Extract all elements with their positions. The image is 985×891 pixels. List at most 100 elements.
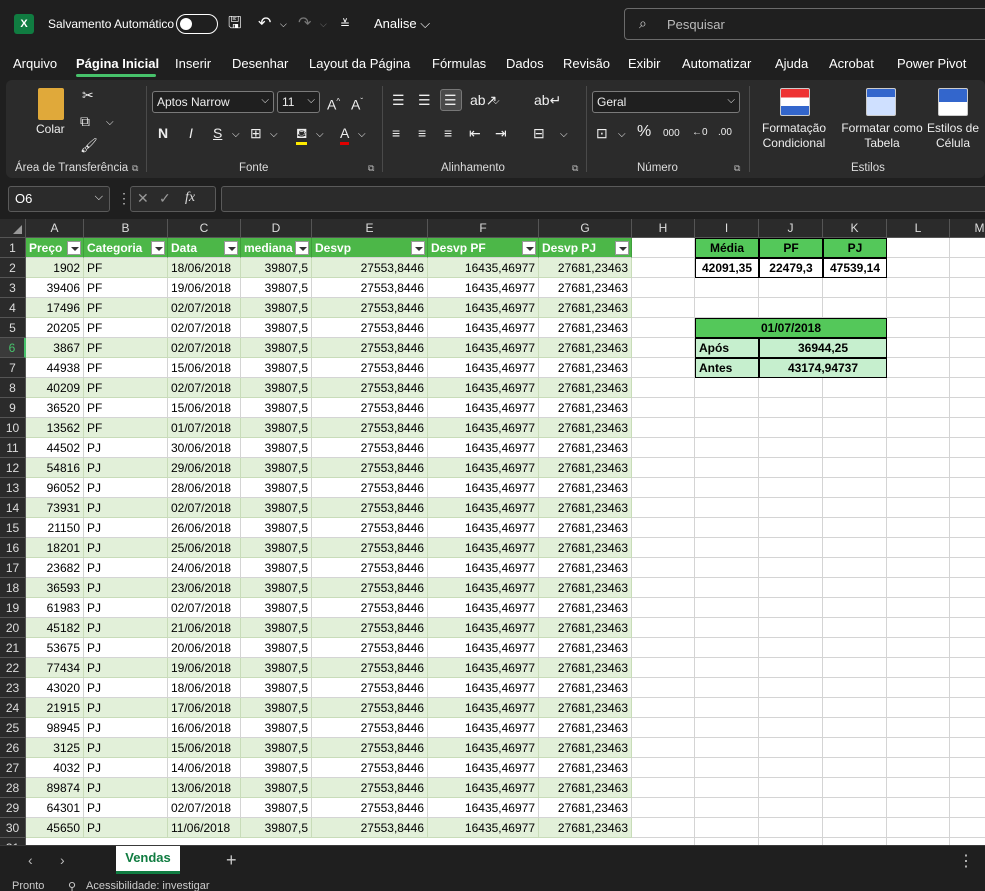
column-header-e[interactable]: E	[312, 219, 428, 238]
table-cell[interactable]: PJ	[84, 778, 168, 798]
row-header[interactable]: 25	[0, 718, 26, 738]
table-cell[interactable]: 27553,8446	[312, 438, 428, 458]
column-header-m[interactable]: M	[950, 219, 985, 238]
tab-automatizar[interactable]: Automatizar	[682, 56, 751, 71]
decrease-font-icon[interactable]: Aˇ	[351, 93, 363, 114]
table-cell[interactable]: 27553,8446	[312, 638, 428, 658]
sheet-tab-vendas[interactable]: Vendas	[116, 846, 180, 874]
table-cell[interactable]: 27553,8446	[312, 678, 428, 698]
row-header[interactable]: 29	[0, 798, 26, 818]
table-cell[interactable]: 16435,46977	[428, 478, 539, 498]
table-cell[interactable]: 27681,23463	[539, 618, 632, 638]
table-cell[interactable]: 45650	[26, 818, 84, 838]
table-cell[interactable]: 27681,23463	[539, 478, 632, 498]
table-cell[interactable]: 27681,23463	[539, 818, 632, 838]
column-header-c[interactable]: C	[168, 219, 241, 238]
table-cell[interactable]: 27553,8446	[312, 278, 428, 298]
align-center-icon[interactable]: ≡	[418, 124, 426, 142]
row-header[interactable]: 1	[0, 238, 26, 258]
fill-color-dropdown-icon[interactable]: ⌵	[316, 126, 324, 144]
table-cell[interactable]: 16435,46977	[428, 818, 539, 838]
table-cell[interactable]: 16435,46977	[428, 418, 539, 438]
table-cell[interactable]: 27553,8446	[312, 378, 428, 398]
table-cell[interactable]: 13562	[26, 418, 84, 438]
table-cell[interactable]: PJ	[84, 558, 168, 578]
table-cell[interactable]: 27553,8446	[312, 558, 428, 578]
table-cell[interactable]: 39807,5	[241, 598, 312, 618]
row-header[interactable]: 4	[0, 298, 26, 318]
format-as-table-icon[interactable]	[866, 88, 896, 116]
summary-pf-label[interactable]: PF	[759, 238, 823, 258]
table-cell[interactable]: 27553,8446	[312, 738, 428, 758]
table-cell[interactable]: 39807,5	[241, 718, 312, 738]
table-cell[interactable]: PJ	[84, 738, 168, 758]
table-cell[interactable]: 27553,8446	[312, 358, 428, 378]
align-left-icon[interactable]: ≡	[392, 124, 400, 142]
table-cell[interactable]: PJ	[84, 658, 168, 678]
row-header[interactable]: 26	[0, 738, 26, 758]
table-cell[interactable]: PF	[84, 358, 168, 378]
insert-function-icon[interactable]: fx	[185, 190, 195, 206]
filter-dropdown-icon[interactable]	[615, 241, 629, 255]
table-cell[interactable]: 21915	[26, 698, 84, 718]
row-header[interactable]: 19	[0, 598, 26, 618]
table-cell[interactable]: 27553,8446	[312, 338, 428, 358]
table-cell[interactable]: 1902	[26, 258, 84, 278]
merge-dropdown-icon[interactable]: ⌵	[560, 126, 568, 144]
table-cell[interactable]: 39807,5	[241, 358, 312, 378]
table-cell[interactable]: 16435,46977	[428, 358, 539, 378]
more-options-icon[interactable]: ⋮	[958, 851, 974, 871]
table-cell[interactable]: 39807,5	[241, 298, 312, 318]
table-cell[interactable]: 27553,8446	[312, 618, 428, 638]
number-launcher-icon[interactable]: ⧉	[734, 163, 740, 174]
row-header[interactable]: 27	[0, 758, 26, 778]
row-header[interactable]: 12	[0, 458, 26, 478]
row-header[interactable]: 5	[0, 318, 26, 338]
table-cell[interactable]: 26/06/2018	[168, 518, 241, 538]
percent-icon[interactable]: %	[637, 123, 651, 141]
row-header[interactable]: 14	[0, 498, 26, 518]
underline-dropdown-icon[interactable]: ⌵	[232, 126, 240, 144]
table-cell[interactable]: PJ	[84, 498, 168, 518]
table-cell[interactable]: 27553,8446	[312, 818, 428, 838]
cut-icon[interactable]: ✂	[82, 86, 94, 104]
filter-dropdown-icon[interactable]	[411, 241, 425, 255]
table-cell[interactable]: 17/06/2018	[168, 698, 241, 718]
summary-date[interactable]: 01/07/2018	[695, 318, 887, 338]
table-cell[interactable]: 16435,46977	[428, 258, 539, 278]
table-cell[interactable]: 02/07/2018	[168, 318, 241, 338]
row-header[interactable]: 21	[0, 638, 26, 658]
table-cell[interactable]: 15/06/2018	[168, 398, 241, 418]
table-cell[interactable]: PJ	[84, 438, 168, 458]
table-cell[interactable]: 39807,5	[241, 498, 312, 518]
table-cell[interactable]: 27681,23463	[539, 378, 632, 398]
row-header[interactable]: 16	[0, 538, 26, 558]
table-cell[interactable]: 02/07/2018	[168, 338, 241, 358]
row-header[interactable]: 6	[0, 338, 26, 358]
row-header[interactable]: 13	[0, 478, 26, 498]
table-cell[interactable]: PF	[84, 258, 168, 278]
table-cell[interactable]: 16435,46977	[428, 798, 539, 818]
table-cell[interactable]: 02/07/2018	[168, 598, 241, 618]
table-cell[interactable]: PJ	[84, 618, 168, 638]
tab-dados[interactable]: Dados	[506, 56, 544, 71]
table-cell[interactable]: PJ	[84, 698, 168, 718]
increase-indent-icon[interactable]: ⇥	[495, 124, 507, 142]
row-header[interactable]: 24	[0, 698, 26, 718]
table-cell[interactable]: 27681,23463	[539, 278, 632, 298]
table-cell[interactable]: 27681,23463	[539, 298, 632, 318]
table-cell[interactable]: 16435,46977	[428, 338, 539, 358]
tab-exibir[interactable]: Exibir	[628, 56, 661, 71]
table-cell[interactable]: 28/06/2018	[168, 478, 241, 498]
table-cell[interactable]: 4032	[26, 758, 84, 778]
align-right-icon[interactable]: ≡	[444, 124, 452, 142]
table-cell[interactable]: 39807,5	[241, 438, 312, 458]
number-format-combo[interactable]: Geral ⌵	[592, 91, 740, 113]
decrease-indent-icon[interactable]: ⇤	[469, 124, 481, 142]
table-cell[interactable]: 39807,5	[241, 618, 312, 638]
next-sheet-icon[interactable]: ›	[60, 852, 65, 868]
undo-icon[interactable]: ↶	[258, 12, 271, 36]
undo-dropdown-icon[interactable]: ⌵	[280, 12, 287, 36]
table-cell[interactable]: 27681,23463	[539, 318, 632, 338]
table-cell[interactable]: PF	[84, 398, 168, 418]
